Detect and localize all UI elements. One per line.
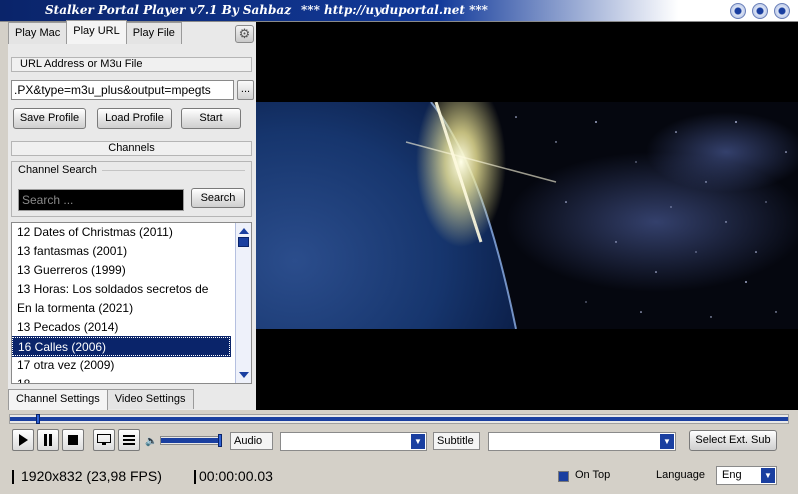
minimize-button[interactable]	[730, 3, 746, 19]
channels-header: Channels	[11, 141, 252, 156]
language-label: Language	[656, 469, 705, 481]
bottom-tabs: Channel Settings Video Settings	[8, 389, 194, 410]
pause-button[interactable]	[37, 429, 59, 451]
top-tabs: Play Mac Play URL Play File	[8, 20, 182, 44]
subtitle-select[interactable]: ▼	[488, 432, 676, 451]
list-icon	[123, 435, 135, 445]
list-item[interactable]: 13 Horas: Los soldados secretos de	[12, 280, 230, 299]
video-frame	[256, 22, 798, 410]
search-input[interactable]: Search ...	[18, 189, 184, 211]
list-item[interactable]: 18 ...	[12, 375, 230, 383]
playlist-button[interactable]	[118, 429, 140, 451]
start-button[interactable]: Start	[181, 108, 241, 129]
subtitle-label: Subtitle	[433, 432, 480, 450]
tab-play-mac[interactable]: Play Mac	[8, 22, 68, 44]
on-top-checkbox[interactable]	[558, 471, 569, 482]
channel-search-group: Channel Search Search ... Search	[11, 161, 252, 217]
chevron-down-icon[interactable]: ▼	[411, 434, 425, 449]
title-bar: Stalker Portal Player v7.1 By Sahbaz *** …	[0, 0, 798, 22]
monitor-icon	[97, 434, 111, 445]
tab-channel-settings[interactable]: Channel Settings	[8, 389, 108, 410]
list-item[interactable]: En la tormenta (2021)	[12, 299, 230, 318]
tab-play-url[interactable]: Play URL	[66, 20, 127, 44]
list-scrollbar[interactable]	[235, 223, 251, 383]
language-select[interactable]: Eng ▼	[716, 466, 777, 485]
gear-icon[interactable]: ⚙	[235, 25, 254, 43]
tab-video-settings[interactable]: Video Settings	[106, 389, 194, 409]
fullscreen-button[interactable]	[93, 429, 115, 451]
stop-icon	[68, 435, 78, 445]
control-area: 🔈 Audio ▼ Subtitle ▼ Select Ext. Sub 192…	[0, 410, 798, 494]
list-item[interactable]: 13 fantasmas (2001)	[12, 242, 230, 261]
seek-handle[interactable]	[36, 414, 40, 424]
url-section-label: URL Address or M3u File	[11, 57, 252, 72]
on-top-label: On Top	[575, 469, 611, 481]
save-profile-button[interactable]: Save Profile	[13, 108, 86, 129]
stop-button[interactable]	[62, 429, 84, 451]
tab-play-file[interactable]: Play File	[125, 22, 182, 44]
load-profile-button[interactable]: Load Profile	[97, 108, 172, 129]
window-site-text: *** http://uyduportal.net ***	[301, 3, 488, 17]
scroll-thumb[interactable]	[238, 237, 249, 247]
list-item[interactable]: 12 Dates of Christmas (2011)	[12, 223, 230, 242]
volume-slider[interactable]	[160, 434, 222, 447]
language-value: Eng	[722, 469, 742, 481]
time-text: 00:00:00.03	[199, 468, 273, 484]
pause-icon	[44, 434, 52, 446]
browse-button[interactable]: ...	[237, 80, 254, 100]
scroll-up-icon[interactable]	[239, 228, 249, 234]
maximize-button[interactable]	[752, 3, 768, 19]
list-item-selected[interactable]: 16 Calles (2006)	[12, 336, 231, 357]
window-title: Stalker Portal Player v7.1 By Sahbaz *** …	[45, 3, 488, 17]
url-section: URL Address or M3u File	[11, 57, 252, 72]
list-item[interactable]: 17 otra vez (2009)	[12, 356, 230, 375]
window-title-text: Stalker Portal Player v7.1 By Sahbaz	[45, 3, 292, 17]
search-button[interactable]: Search	[191, 188, 245, 208]
play-button[interactable]	[12, 429, 34, 451]
volume-handle[interactable]	[218, 434, 222, 447]
video-display[interactable]	[256, 22, 798, 410]
list-item[interactable]: 13 Guerreros (1999)	[12, 261, 230, 280]
channel-search-label: Channel Search	[18, 164, 97, 176]
close-button[interactable]	[774, 3, 790, 19]
audio-label: Audio	[230, 432, 273, 450]
resolution-text: 1920x832 (23,98 FPS)	[21, 468, 162, 484]
url-input[interactable]: .PX&type=m3u_plus&output=mpegts	[11, 80, 234, 100]
list-item[interactable]: 13 Pecados (2014)	[12, 318, 230, 337]
left-panel: Play Mac Play URL Play File ⚙ URL Addres…	[8, 20, 256, 410]
play-icon	[19, 434, 28, 446]
seek-bar[interactable]	[9, 414, 789, 424]
chevron-down-icon[interactable]: ▼	[660, 434, 674, 449]
scroll-down-icon[interactable]	[239, 372, 249, 378]
select-ext-sub-button[interactable]: Select Ext. Sub	[689, 430, 777, 451]
speaker-icon[interactable]: 🔈	[145, 436, 157, 447]
channel-list: 12 Dates of Christmas (2011) 13 fantasma…	[11, 222, 252, 384]
chevron-down-icon[interactable]: ▼	[761, 468, 775, 483]
audio-select[interactable]: ▼	[280, 432, 427, 451]
